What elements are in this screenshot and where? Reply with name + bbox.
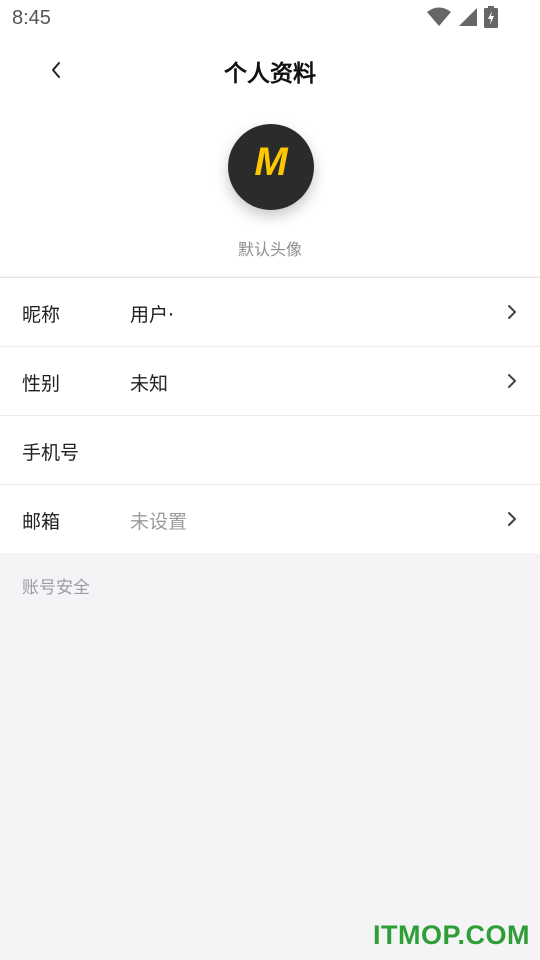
row-label: 性别 xyxy=(22,373,61,395)
watermark: ITMOP.COM xyxy=(372,920,530,950)
avatar[interactable]: M xyxy=(228,124,314,210)
row-value: 用户· xyxy=(130,304,175,326)
page-title: 个人资料 xyxy=(224,61,316,87)
row-label: 昵称 xyxy=(22,304,61,326)
status-icons xyxy=(426,6,500,28)
row-gender[interactable]: 性别 未知 xyxy=(0,346,540,415)
row-phone: 手机号 xyxy=(0,415,540,484)
status-bar: 8:45 xyxy=(0,0,540,36)
profile-info-list: 昵称 用户· 性别 未知 手机号 邮箱 未设置 xyxy=(0,277,540,553)
status-time: 8:45 xyxy=(12,7,51,29)
cellular-signal-icon xyxy=(459,8,477,26)
wifi-icon xyxy=(427,7,451,26)
row-label: 邮箱 xyxy=(22,511,61,533)
avatar-logo-letter: M xyxy=(254,140,288,184)
row-value: 未设置 xyxy=(130,511,188,533)
chevron-right-icon xyxy=(508,305,516,319)
navigation-bar: 个人资料 xyxy=(0,40,540,100)
account-security-section-header: 账号安全 xyxy=(22,578,90,598)
row-email[interactable]: 邮箱 未设置 xyxy=(0,484,540,553)
chevron-right-icon xyxy=(508,512,516,526)
avatar-caption: 默认头像 xyxy=(237,240,302,259)
row-nickname[interactable]: 昵称 用户· xyxy=(0,277,540,346)
row-value: 未知 xyxy=(130,373,169,395)
row-label: 手机号 xyxy=(22,442,80,464)
battery-charging-icon xyxy=(484,6,498,28)
chevron-right-icon xyxy=(508,374,516,388)
